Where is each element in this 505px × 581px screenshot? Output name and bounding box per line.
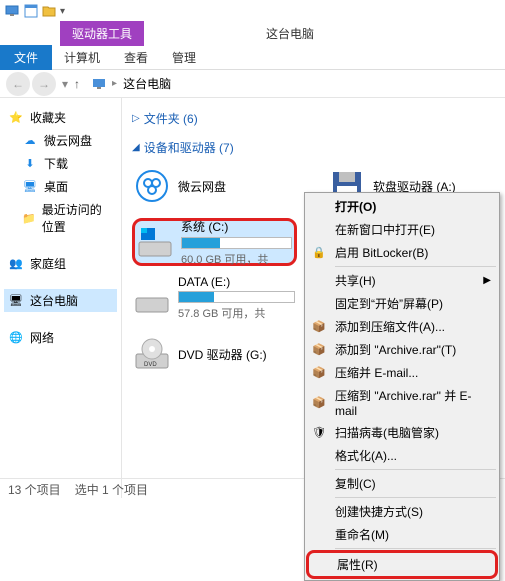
back-button[interactable]: ←	[6, 72, 30, 96]
sidebar-network-label: 网络	[30, 329, 54, 346]
sidebar-item-label: 最近访问的位置	[42, 201, 113, 235]
recent-icon: 📁	[22, 210, 36, 226]
qat-new-folder-icon[interactable]	[42, 4, 56, 18]
devices-section-header[interactable]: ◢ 设备和驱动器 (7)	[132, 133, 495, 162]
drive-weiyun[interactable]: 微云网盘	[132, 162, 297, 210]
ctx-properties[interactable]: 属性(R)	[306, 550, 498, 579]
ctx-open[interactable]: 打开(O)	[307, 195, 497, 218]
sidebar-homegroup-label: 家庭组	[30, 255, 66, 272]
download-icon: ⬇	[22, 156, 38, 172]
drive-dvd-g[interactable]: DVD DVD 驱动器 (G:)	[132, 330, 297, 378]
ctx-scan-virus[interactable]: 🛡扫描病毒(电脑管家)	[307, 421, 497, 444]
shield-icon: 🛡	[311, 425, 327, 441]
homegroup-icon: 👥	[8, 256, 24, 272]
drive-icon	[137, 224, 173, 260]
dvd-icon: DVD	[134, 336, 170, 372]
sidebar-item-label: 微云网盘	[44, 132, 92, 149]
navigation-pane: ⭐ 收藏夹 ☁ 微云网盘 ⬇ 下载 🖥 桌面 📁 最近访问的位置 👥	[0, 98, 122, 498]
chevron-down-icon: ◢	[132, 142, 140, 153]
file-menu[interactable]: 文件	[0, 45, 52, 70]
app-icon	[4, 3, 20, 19]
drive-label: 微云网盘	[178, 178, 295, 195]
view-menu[interactable]: 查看	[112, 45, 160, 70]
storage-bar	[178, 291, 295, 303]
sidebar-network[interactable]: 🌐 网络	[4, 326, 117, 349]
status-selected-count: 选中 1 个项目	[75, 481, 148, 498]
ribbon-context-row: 驱动器工具 这台电脑	[0, 22, 505, 46]
sidebar-item-weiyun[interactable]: ☁ 微云网盘	[4, 129, 117, 152]
computer-icon	[92, 77, 106, 91]
address-bar: ← → ▾ ↑ ▸ 这台电脑	[0, 70, 505, 98]
separator	[335, 469, 496, 470]
breadcrumb[interactable]: ▸ 这台电脑	[92, 75, 171, 92]
separator	[335, 266, 496, 267]
cloud-icon: ☁	[22, 133, 38, 149]
winrar-icon: 📦	[311, 395, 327, 411]
computer-icon: 🖥	[8, 293, 24, 309]
manage-menu[interactable]: 管理	[160, 45, 208, 70]
separator	[335, 548, 496, 549]
ctx-compress-email[interactable]: 📦压缩并 E-mail...	[307, 361, 497, 384]
winrar-icon: 📦	[311, 365, 327, 381]
weiyun-icon	[134, 168, 170, 204]
ctx-bitlocker[interactable]: 🔒启用 BitLocker(B)	[307, 241, 497, 264]
qat-dropdown-icon[interactable]: ▾	[60, 6, 65, 17]
sidebar-item-recent[interactable]: 📁 最近访问的位置	[4, 198, 117, 238]
sidebar-favorites-label: 收藏夹	[30, 109, 66, 126]
separator	[335, 497, 496, 498]
sidebar-thispc[interactable]: 🖥 这台电脑	[4, 289, 117, 312]
sidebar-favorites[interactable]: ⭐ 收藏夹	[4, 106, 117, 129]
drive-sublabel: 57.8 GB 可用，共	[178, 305, 295, 321]
drive-label: DVD 驱动器 (G:)	[178, 346, 295, 363]
title-bar: ▾	[0, 0, 505, 22]
sidebar-item-downloads[interactable]: ⬇ 下载	[4, 152, 117, 175]
ribbon-context-drive-tools[interactable]: 驱动器工具	[60, 21, 144, 46]
star-icon: ⭐	[8, 110, 24, 126]
svg-text:DVD: DVD	[144, 362, 157, 368]
drive-data-e[interactable]: DATA (E:) 57.8 GB 可用，共	[132, 274, 297, 322]
drive-label: DATA (E:)	[178, 275, 295, 289]
ctx-share[interactable]: 共享(H)▶	[307, 269, 497, 292]
sidebar-item-label: 桌面	[44, 178, 68, 195]
status-item-count: 13 个项目	[8, 481, 61, 498]
ctx-create-shortcut[interactable]: 创建快捷方式(S)	[307, 500, 497, 523]
drive-icon	[134, 280, 170, 316]
drive-label: 系统 (C:)	[181, 218, 292, 235]
ctx-add-compress[interactable]: 📦添加到压缩文件(A)...	[307, 315, 497, 338]
computer-menu[interactable]: 计算机	[52, 45, 112, 70]
network-icon: 🌐	[8, 330, 24, 346]
winrar-icon: 📦	[311, 319, 327, 335]
qat-properties-icon[interactable]	[24, 4, 38, 18]
ctx-pin-start[interactable]: 固定到“开始”屏幕(P)	[307, 292, 497, 315]
chevron-right-icon: ▶	[483, 275, 491, 286]
sidebar-thispc-label: 这台电脑	[30, 292, 78, 309]
sidebar-item-label: 下载	[44, 155, 68, 172]
devices-header-label: 设备和驱动器 (7)	[144, 139, 234, 156]
ctx-compress-archive-email[interactable]: 📦压缩到 "Archive.rar" 并 E-mail	[307, 384, 497, 421]
up-button[interactable]: ↑	[74, 77, 80, 91]
folders-header-label: 文件夹 (6)	[144, 110, 198, 127]
winrar-icon: 📦	[311, 342, 327, 358]
ctx-format[interactable]: 格式化(A)...	[307, 444, 497, 467]
storage-bar	[181, 237, 292, 249]
ctx-add-archive[interactable]: 📦添加到 "Archive.rar"(T)	[307, 338, 497, 361]
ctx-copy[interactable]: 复制(C)	[307, 472, 497, 495]
chevron-right-icon: ▷	[132, 113, 140, 124]
drive-system-c[interactable]: 系统 (C:) 60.0 GB 可用，共	[132, 218, 297, 266]
forward-button[interactable]: →	[32, 72, 56, 96]
desktop-icon: 🖥	[22, 179, 38, 195]
window-title: 这台电脑	[254, 21, 326, 46]
drive-sublabel: 60.0 GB 可用，共	[181, 251, 292, 267]
context-menu: 打开(O) 在新窗口中打开(E) 🔒启用 BitLocker(B) 共享(H)▶…	[304, 192, 500, 581]
history-dropdown-icon[interactable]: ▾	[62, 77, 68, 91]
folders-section-header[interactable]: ▷ 文件夹 (6)	[132, 104, 495, 133]
bitlocker-icon: 🔒	[311, 245, 327, 261]
ctx-open-new-window[interactable]: 在新窗口中打开(E)	[307, 218, 497, 241]
ctx-rename[interactable]: 重命名(M)	[307, 523, 497, 546]
sidebar-item-desktop[interactable]: 🖥 桌面	[4, 175, 117, 198]
breadcrumb-location[interactable]: 这台电脑	[123, 75, 171, 92]
sidebar-homegroup[interactable]: 👥 家庭组	[4, 252, 117, 275]
menu-bar: 文件 计算机 查看 管理	[0, 46, 505, 70]
